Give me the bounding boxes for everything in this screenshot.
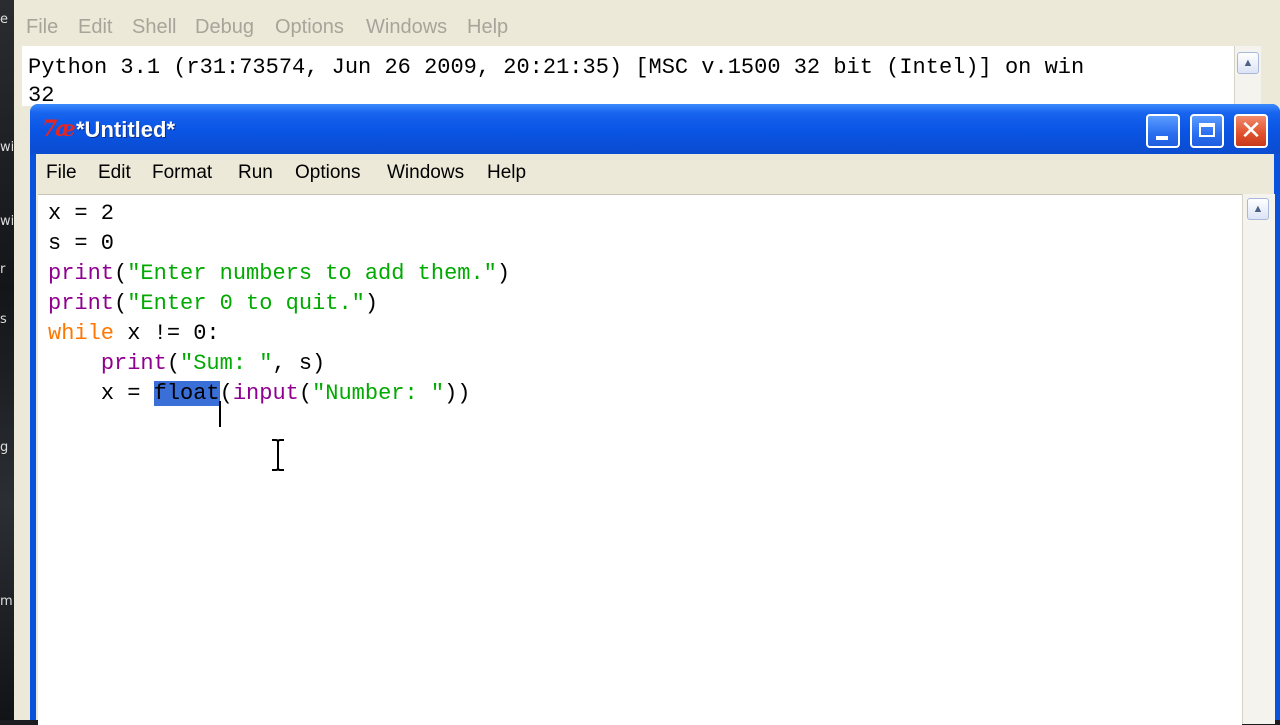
shell-banner-line1: Python 3.1 (r31:73574, Jun 26 2009, 20:2…	[28, 55, 1085, 80]
close-button[interactable]: ✕	[1234, 114, 1268, 148]
builtin-token: print	[48, 291, 115, 316]
shell-scrollbar[interactable]: ▲	[1234, 46, 1261, 106]
editor-titlebar[interactable]: 7æ *Untitled* ✕	[30, 104, 1280, 154]
code-text: x =	[100, 381, 154, 406]
shell-menubar: File Edit Shell Debug Options Windows He…	[14, 0, 1254, 46]
shell-menu-windows[interactable]: Windows	[366, 16, 447, 39]
maximize-icon	[1199, 123, 1215, 137]
menu-windows[interactable]: Windows	[387, 162, 464, 184]
code-text: x != 0:	[114, 321, 220, 346]
editor-menubar: File Edit Format Run Options Windows Hel…	[36, 154, 1274, 192]
menu-format[interactable]: Format	[152, 162, 212, 184]
string-token: "Enter 0 to quit."	[127, 291, 365, 316]
minimize-icon	[1156, 136, 1168, 140]
code-text: (	[166, 351, 181, 376]
chevron-up-icon: ▲	[1242, 57, 1254, 69]
code-text: , s)	[272, 351, 326, 376]
menu-options[interactable]: Options	[295, 162, 360, 184]
desktop-label-fragment: m	[0, 594, 13, 609]
desktop-label-fragment: s	[0, 312, 7, 327]
code-line: x = 2	[48, 199, 114, 229]
shell-menu-file[interactable]: File	[26, 16, 58, 39]
keyword-token: while	[48, 321, 115, 346]
code-text: )	[496, 261, 511, 286]
string-token: "Enter numbers to add them."	[127, 261, 497, 286]
code-text: (	[114, 291, 128, 316]
shell-menu-options[interactable]: Options	[275, 16, 344, 39]
maximize-button[interactable]	[1190, 114, 1224, 148]
editor-scrollbar[interactable]: ▲	[1242, 194, 1275, 724]
selected-text: float	[153, 381, 220, 406]
desktop-label-fragment: e	[0, 12, 8, 27]
ibeam-cursor-icon	[272, 439, 284, 471]
desktop-label-fragment: g	[0, 440, 9, 455]
editor-window: 7æ *Untitled* ✕ File Edit Format Run Opt…	[30, 104, 1280, 725]
code-text: (	[298, 381, 313, 406]
code-text: ))	[444, 381, 471, 406]
menu-edit[interactable]: Edit	[98, 162, 131, 184]
shell-menu-edit[interactable]: Edit	[78, 16, 112, 39]
code-line: print("Enter 0 to quit.")	[48, 289, 378, 319]
tk-logo-icon: 7æ	[42, 116, 76, 142]
code-line: print("Sum: ", s)	[48, 349, 325, 379]
shell-scroll-up-button[interactable]: ▲	[1237, 52, 1259, 74]
editor-scroll-up-button[interactable]: ▲	[1247, 198, 1269, 220]
desktop-label-fragment: wi	[0, 140, 15, 155]
code-line: print("Enter numbers to add them.")	[48, 259, 510, 289]
builtin-token: print	[100, 351, 167, 376]
menu-help[interactable]: Help	[487, 162, 526, 184]
code-line: x = float (input("Number: "))	[48, 379, 471, 427]
builtin-token: print	[48, 261, 115, 286]
desktop-label-fragment: r	[0, 262, 6, 277]
shell-banner-line2: 32	[28, 83, 55, 106]
code-text: x = 2	[48, 201, 115, 226]
string-token: "Number: "	[312, 381, 445, 406]
string-token: "Sum: "	[180, 351, 273, 376]
window-title: *Untitled*	[76, 117, 175, 142]
desktop-label-fragment: wi	[0, 214, 15, 229]
minimize-button[interactable]	[1146, 114, 1180, 148]
code-editor[interactable]: x = 2 s = 0 print("Enter numbers to add …	[38, 194, 1242, 725]
code-text: s = 0	[48, 231, 115, 256]
shell-menu-debug[interactable]: Debug	[195, 16, 254, 39]
shell-banner: Python 3.1 (r31:73574, Jun 26 2009, 20:2…	[28, 54, 1084, 106]
builtin-token: input	[232, 381, 299, 406]
code-line: while x != 0:	[48, 319, 220, 349]
shell-output-area[interactable]: Python 3.1 (r31:73574, Jun 26 2009, 20:2…	[22, 46, 1234, 106]
editor-body: File Edit Format Run Options Windows Hel…	[36, 154, 1275, 725]
shell-menu-shell[interactable]: Shell	[132, 16, 176, 39]
close-icon: ✕	[1240, 116, 1262, 146]
code-text: (	[219, 381, 233, 406]
desktop-background: e wi wi r s g m	[0, 0, 14, 720]
shell-menu-help[interactable]: Help	[467, 16, 508, 39]
code-line: s = 0	[48, 229, 114, 259]
code-text: (	[114, 261, 128, 286]
code-text: )	[364, 291, 379, 316]
menu-file[interactable]: File	[46, 162, 77, 184]
menu-run[interactable]: Run	[238, 162, 273, 184]
chevron-up-icon: ▲	[1252, 203, 1264, 215]
